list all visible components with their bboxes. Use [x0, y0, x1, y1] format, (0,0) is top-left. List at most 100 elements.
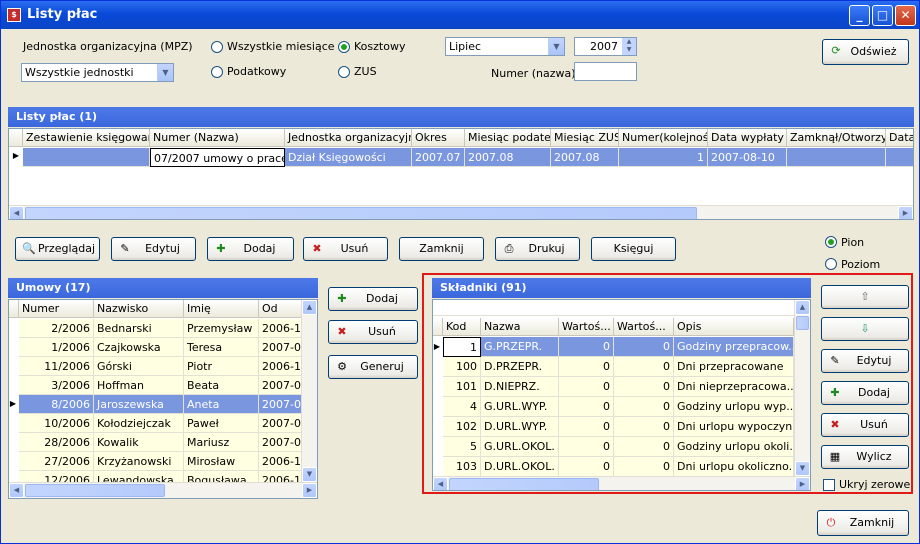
close-window-button[interactable]: ✕ — [895, 5, 916, 26]
delete-button[interactable]: ✖ Usuń — [303, 237, 388, 261]
table-cell[interactable]: 2/2006 — [19, 319, 94, 338]
view-button[interactable]: 🔍 Przeglądaj — [15, 237, 100, 261]
table-cell[interactable]: Krzyżanowski — [94, 452, 184, 471]
table-cell[interactable]: 1 — [619, 148, 708, 167]
scroll-right-icon[interactable]: ▶ — [302, 483, 317, 498]
scroll-up-icon[interactable]: ▲ — [302, 300, 317, 315]
contracts-vscrollbar[interactable]: ▲ ▼ — [301, 300, 317, 482]
unit-select[interactable]: Wszystkie jednostki ▼ — [21, 63, 174, 82]
table-cell[interactable]: Teresa — [184, 338, 259, 357]
column-header[interactable]: Imię — [184, 300, 259, 318]
column-header[interactable]: Data z — [886, 129, 913, 147]
table-cell[interactable]: 27/2006 — [19, 452, 94, 471]
radio-cost-label: Kosztowy — [354, 40, 406, 53]
table-cell[interactable]: Aneta — [184, 395, 259, 414]
table-cell[interactable]: 2007-04 — [259, 338, 303, 357]
scroll-thumb[interactable] — [25, 484, 165, 497]
table-cell[interactable]: Beata — [184, 376, 259, 395]
column-header[interactable]: Data wypłaty — [708, 129, 787, 147]
column-header[interactable]: Numer — [19, 300, 94, 318]
maximize-button[interactable]: □ — [872, 5, 893, 26]
radio-horizontal-label: Poziom — [841, 258, 881, 271]
number-input[interactable] — [574, 62, 637, 81]
column-header[interactable]: Miesiąc podatek — [465, 129, 551, 147]
table-cell[interactable]: 2007-08-10 — [708, 148, 787, 167]
table-cell[interactable]: Górski — [94, 357, 184, 376]
table-cell[interactable]: 3/2006 — [19, 376, 94, 395]
print-button[interactable]: ⎙ Drukuj — [495, 237, 580, 261]
radio-zus[interactable] — [338, 66, 350, 78]
generate-button[interactable]: ⚙ Generuj — [328, 355, 418, 379]
column-header[interactable]: Miesiąc ZUS — [551, 129, 619, 147]
table-cell[interactable]: 10/2006 — [19, 414, 94, 433]
scroll-thumb[interactable] — [25, 207, 697, 219]
close-list-button[interactable]: Zamknij — [399, 237, 484, 261]
radio-tax-label: Podatkowy — [227, 65, 287, 78]
spin-arrows-icon[interactable]: ▲ ▼ — [622, 38, 636, 55]
refresh-button[interactable]: ⟳ Odśwież — [822, 39, 909, 65]
table-cell[interactable]: 1/2006 — [19, 338, 94, 357]
scroll-down-icon[interactable]: ▼ — [302, 467, 317, 482]
table-cell[interactable]: 8/2006 — [19, 395, 94, 414]
payrolls-hscrollbar[interactable]: ◀ ▶ — [9, 205, 913, 219]
scroll-right-icon[interactable]: ▶ — [898, 206, 913, 219]
table-cell[interactable]: 2006-12 — [259, 319, 303, 338]
table-cell[interactable]: Mariusz — [184, 433, 259, 452]
table-cell[interactable]: 07/2007 umowy o pracę — [150, 148, 285, 167]
table-cell[interactable]: 2006-12 — [259, 357, 303, 376]
radio-tax[interactable] — [211, 66, 223, 78]
table-cell[interactable]: 11/2006 — [19, 357, 94, 376]
table-cell[interactable]: Piotr — [184, 357, 259, 376]
table-cell[interactable]: Czajkowska — [94, 338, 184, 357]
table-cell[interactable]: Kowalik — [94, 433, 184, 452]
radio-cost[interactable] — [338, 41, 350, 53]
radio-all-months[interactable] — [211, 41, 223, 53]
table-cell[interactable]: 2007.07 — [412, 148, 465, 167]
radio-horizontal[interactable] — [825, 258, 837, 270]
view-icon: 🔍 — [22, 242, 36, 255]
table-cell[interactable]: 2007.08 — [465, 148, 551, 167]
year-stepper[interactable]: 2007 ▲ ▼ — [574, 37, 637, 56]
table-cell[interactable]: Mirosław — [184, 452, 259, 471]
column-header[interactable]: Od — [259, 300, 303, 318]
scroll-left-icon[interactable]: ◀ — [9, 206, 24, 219]
table-cell[interactable]: 2006-12 — [259, 452, 303, 471]
table-cell[interactable]: 2007-04 — [259, 395, 303, 414]
column-header[interactable]: Zestawienie księgowań — [23, 129, 150, 147]
table-cell[interactable]: Paweł — [184, 414, 259, 433]
add-button[interactable]: ✚ Dodaj — [207, 237, 294, 261]
close-button[interactable]: ⏻ Zamknij — [817, 510, 909, 536]
table-cell[interactable]: Hoffman — [94, 376, 184, 395]
column-header[interactable]: Jednostka organizacyjna — [285, 129, 412, 147]
chevron-down-icon: ▼ — [548, 38, 564, 55]
table-cell[interactable]: Kołodziejczak — [94, 414, 184, 433]
contracts-header: Umowy (17) — [8, 278, 318, 298]
table-cell[interactable]: 2007-04 — [259, 376, 303, 395]
table-cell[interactable]: Przemysław — [184, 319, 259, 338]
table-cell[interactable]: 28/2006 — [19, 433, 94, 452]
table-cell[interactable] — [787, 148, 886, 167]
table-cell[interactable]: Bednarski — [94, 319, 184, 338]
table-cell[interactable]: Dział Księgowości — [285, 148, 412, 167]
contract-add-button[interactable]: ✚ Dodaj — [328, 287, 418, 311]
table-cell[interactable]: 2007-01 — [259, 414, 303, 433]
table-cell[interactable] — [23, 148, 150, 167]
column-header[interactable]: Nazwisko — [94, 300, 184, 318]
table-cell[interactable] — [886, 148, 913, 167]
table-cell[interactable]: 2007-03 — [259, 433, 303, 452]
contracts-hscrollbar[interactable]: ◀ ▶ — [9, 482, 317, 498]
table-cell[interactable]: 2007.08 — [551, 148, 619, 167]
post-button[interactable]: Księguj — [591, 237, 676, 261]
table-cell[interactable]: Jaroszewska — [94, 395, 184, 414]
column-header[interactable]: Okres — [412, 129, 465, 147]
column-header[interactable]: Zamknął/Otworzył — [787, 129, 886, 147]
scroll-left-icon[interactable]: ◀ — [9, 483, 24, 498]
radio-vertical[interactable] — [825, 236, 837, 248]
edit-button[interactable]: ✎ Edytuj — [111, 237, 196, 261]
column-header[interactable]: Numer (Nazwa) — [150, 129, 285, 147]
contract-delete-button[interactable]: ✖ Usuń — [328, 320, 418, 344]
minimize-button[interactable]: _ — [849, 5, 870, 26]
month-select[interactable]: Lipiec ▼ — [445, 37, 565, 56]
number-label: Numer (nazwa) — [491, 67, 576, 80]
column-header[interactable]: Numer(kolejność) — [619, 129, 708, 147]
